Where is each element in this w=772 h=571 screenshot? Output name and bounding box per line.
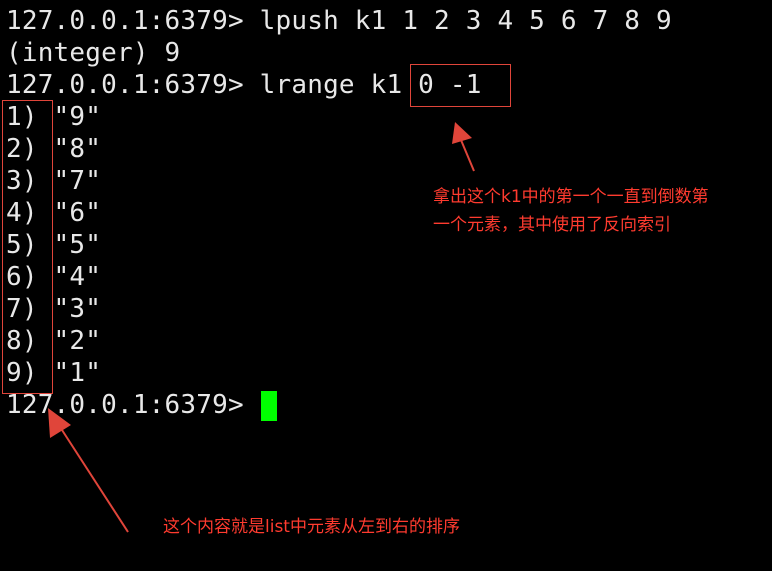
range-annotation: 拿出这个k1中的第一个一直到倒数第 一个元素，其中使用了反向索引 — [433, 187, 709, 235]
text-cursor — [261, 391, 277, 421]
order-annotation: 这个内容就是list中元素从左到右的排序 — [163, 517, 460, 537]
terminal-window[interactable]: 127.0.0.1:6379> lpush k1 1 2 3 4 5 6 7 8… — [0, 0, 772, 571]
index-column-highlight — [2, 100, 53, 394]
output-integer: (integer) 9 — [6, 38, 181, 68]
command-line-lpush: 127.0.0.1:6379> lpush k1 1 2 3 4 5 6 7 8… — [6, 6, 672, 36]
range-args-highlight — [410, 64, 511, 107]
